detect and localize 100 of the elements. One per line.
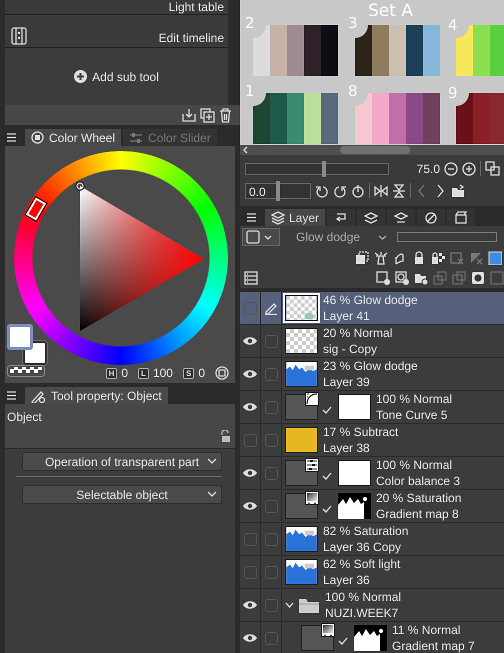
layer-row[interactable]: 100 % Normal Color balance 3 (240, 457, 504, 490)
scroll-thumb[interactable] (340, 146, 410, 154)
main-color-swatch[interactable] (7, 324, 33, 350)
layer-row[interactable]: 100 % Normal Tone Curve 5 (240, 391, 504, 424)
fit-screen-icon[interactable] (485, 161, 500, 176)
checkbox[interactable] (264, 368, 278, 380)
pencil-icon[interactable] (264, 301, 278, 315)
folder-icon[interactable] (451, 184, 465, 198)
flip-vertical-icon[interactable] (392, 184, 406, 198)
circle-square-icon[interactable] (215, 366, 229, 380)
list-icon[interactable] (244, 271, 258, 285)
checkbox[interactable] (264, 566, 278, 578)
zoom-slider[interactable] (245, 162, 389, 174)
layer-color-icon[interactable] (488, 251, 502, 265)
chevron-left-icon[interactable] (243, 146, 248, 154)
checkbox[interactable] (264, 434, 278, 446)
layer-row[interactable]: 17 % Subtract Layer 38 (240, 424, 504, 457)
channel-label: H (106, 368, 118, 378)
zoom-in-icon[interactable] (462, 162, 476, 176)
panel-tab[interactable] (447, 209, 476, 226)
trash-icon[interactable] (219, 108, 232, 122)
panel-tab[interactable] (417, 209, 446, 226)
eye-icon[interactable] (242, 501, 258, 511)
add-sub-tool-button[interactable]: Add sub tool (72, 68, 161, 86)
pen-gear-icon (31, 388, 46, 402)
eye-icon[interactable] (242, 468, 258, 478)
slider-thumb[interactable] (322, 160, 326, 176)
dropdown[interactable]: Selectable object (22, 485, 222, 504)
reference-layer-icon[interactable] (469, 251, 483, 265)
draft-layer-icon[interactable] (450, 251, 464, 265)
layer-row[interactable]: 20 % Saturation Gradient map 8 (240, 490, 504, 523)
rotate-right-icon[interactable] (333, 184, 347, 198)
checkbox[interactable] (264, 500, 278, 512)
new-raster-layer-icon[interactable] (376, 271, 390, 285)
panel-tab[interactable] (357, 209, 386, 226)
layer-name: Layer 38 (323, 440, 371, 456)
lock-icon[interactable] (412, 251, 426, 265)
color-triangle[interactable] (80, 186, 204, 331)
sliders-icon (129, 132, 144, 142)
menu-icon[interactable] (6, 132, 17, 143)
panel-tab[interactable] (387, 209, 416, 226)
menu-icon[interactable] (246, 212, 257, 223)
sub-tool-item[interactable]: Light table (5, 0, 228, 15)
eye-icon[interactable] (242, 600, 258, 610)
panel-tab[interactable]: Tool property: Object (25, 387, 168, 404)
new-vector-layer-icon[interactable] (395, 271, 409, 285)
unlocked-padlock-icon[interactable] (220, 430, 230, 442)
chevron-down-icon (378, 234, 388, 240)
layer-row[interactable]: 20 % Normal sig - Copy (240, 325, 504, 358)
reset-rotation-icon[interactable] (351, 184, 365, 198)
visibility-toggle[interactable] (244, 302, 256, 314)
visibility-toggle[interactable] (244, 434, 256, 446)
zoom-out-icon[interactable] (444, 162, 458, 176)
horizontal-scrollbar[interactable] (240, 145, 504, 155)
sliders-icon (305, 458, 319, 472)
checkbox[interactable] (264, 466, 278, 480)
clip-layer-icon[interactable] (355, 251, 369, 265)
checkbox[interactable] (264, 334, 278, 348)
duplicate-icon[interactable] (200, 108, 215, 122)
visibility-toggle[interactable] (244, 532, 256, 546)
transparent-color-swatch[interactable] (7, 365, 45, 377)
chevron-down-icon[interactable] (285, 602, 294, 608)
new-folder-icon[interactable] (414, 271, 428, 285)
panel-tab[interactable]: Color Wheel (25, 129, 122, 146)
checkbox[interactable] (264, 598, 278, 612)
layer-name: Layer 39 (323, 374, 371, 390)
color-cursor-icon[interactable] (75, 181, 85, 191)
merge-layers-icon[interactable] (452, 271, 466, 285)
dropdown[interactable]: Operation of transparent part (22, 452, 222, 471)
panel-tab[interactable]: Layer (265, 209, 326, 226)
download-icon[interactable] (182, 108, 196, 122)
rotation-slider[interactable]: 0.0 (245, 182, 311, 198)
checkbox[interactable] (264, 532, 278, 546)
checkbox[interactable] (264, 400, 278, 414)
eye-icon[interactable] (242, 336, 258, 346)
section-title: Object (7, 410, 42, 424)
flip-horizontal-icon[interactable] (374, 184, 388, 198)
rotate-left-icon[interactable] (315, 184, 329, 198)
layer-row[interactable]: 82 % Saturation Layer 36 Copy (240, 523, 504, 556)
layer-row[interactable]: 46 % Glow dodge Layer 41 (240, 292, 504, 325)
transfer-down-icon[interactable] (433, 271, 447, 285)
eye-icon[interactable] (242, 369, 258, 379)
mask-icon[interactable] (471, 271, 485, 285)
menu-icon[interactable] (6, 390, 17, 401)
panel-tab[interactable] (327, 209, 356, 226)
checkbox[interactable] (264, 632, 278, 644)
checker-lock-icon[interactable] (431, 251, 445, 265)
check-icon (338, 637, 348, 645)
eye-icon[interactable] (242, 633, 258, 643)
blend-mode-dropdown[interactable]: Glow dodge (296, 230, 388, 244)
visibility-toggle[interactable] (244, 566, 256, 578)
slider-thumb[interactable] (276, 180, 280, 200)
layer-color-dropdown[interactable] (242, 228, 280, 246)
eye-icon[interactable] (242, 402, 258, 412)
layer-row[interactable]: 62 % Soft light Layer 36 (240, 556, 504, 589)
lighthouse-icon[interactable] (374, 251, 388, 265)
layer-row[interactable]: 23 % Glow dodge Layer 39 (240, 358, 504, 391)
layer-row[interactable]: 100 % Normal NUZI.WEEK7 (240, 589, 504, 622)
opacity-slider[interactable] (397, 232, 498, 242)
apply-mask-icon[interactable] (490, 271, 504, 285)
